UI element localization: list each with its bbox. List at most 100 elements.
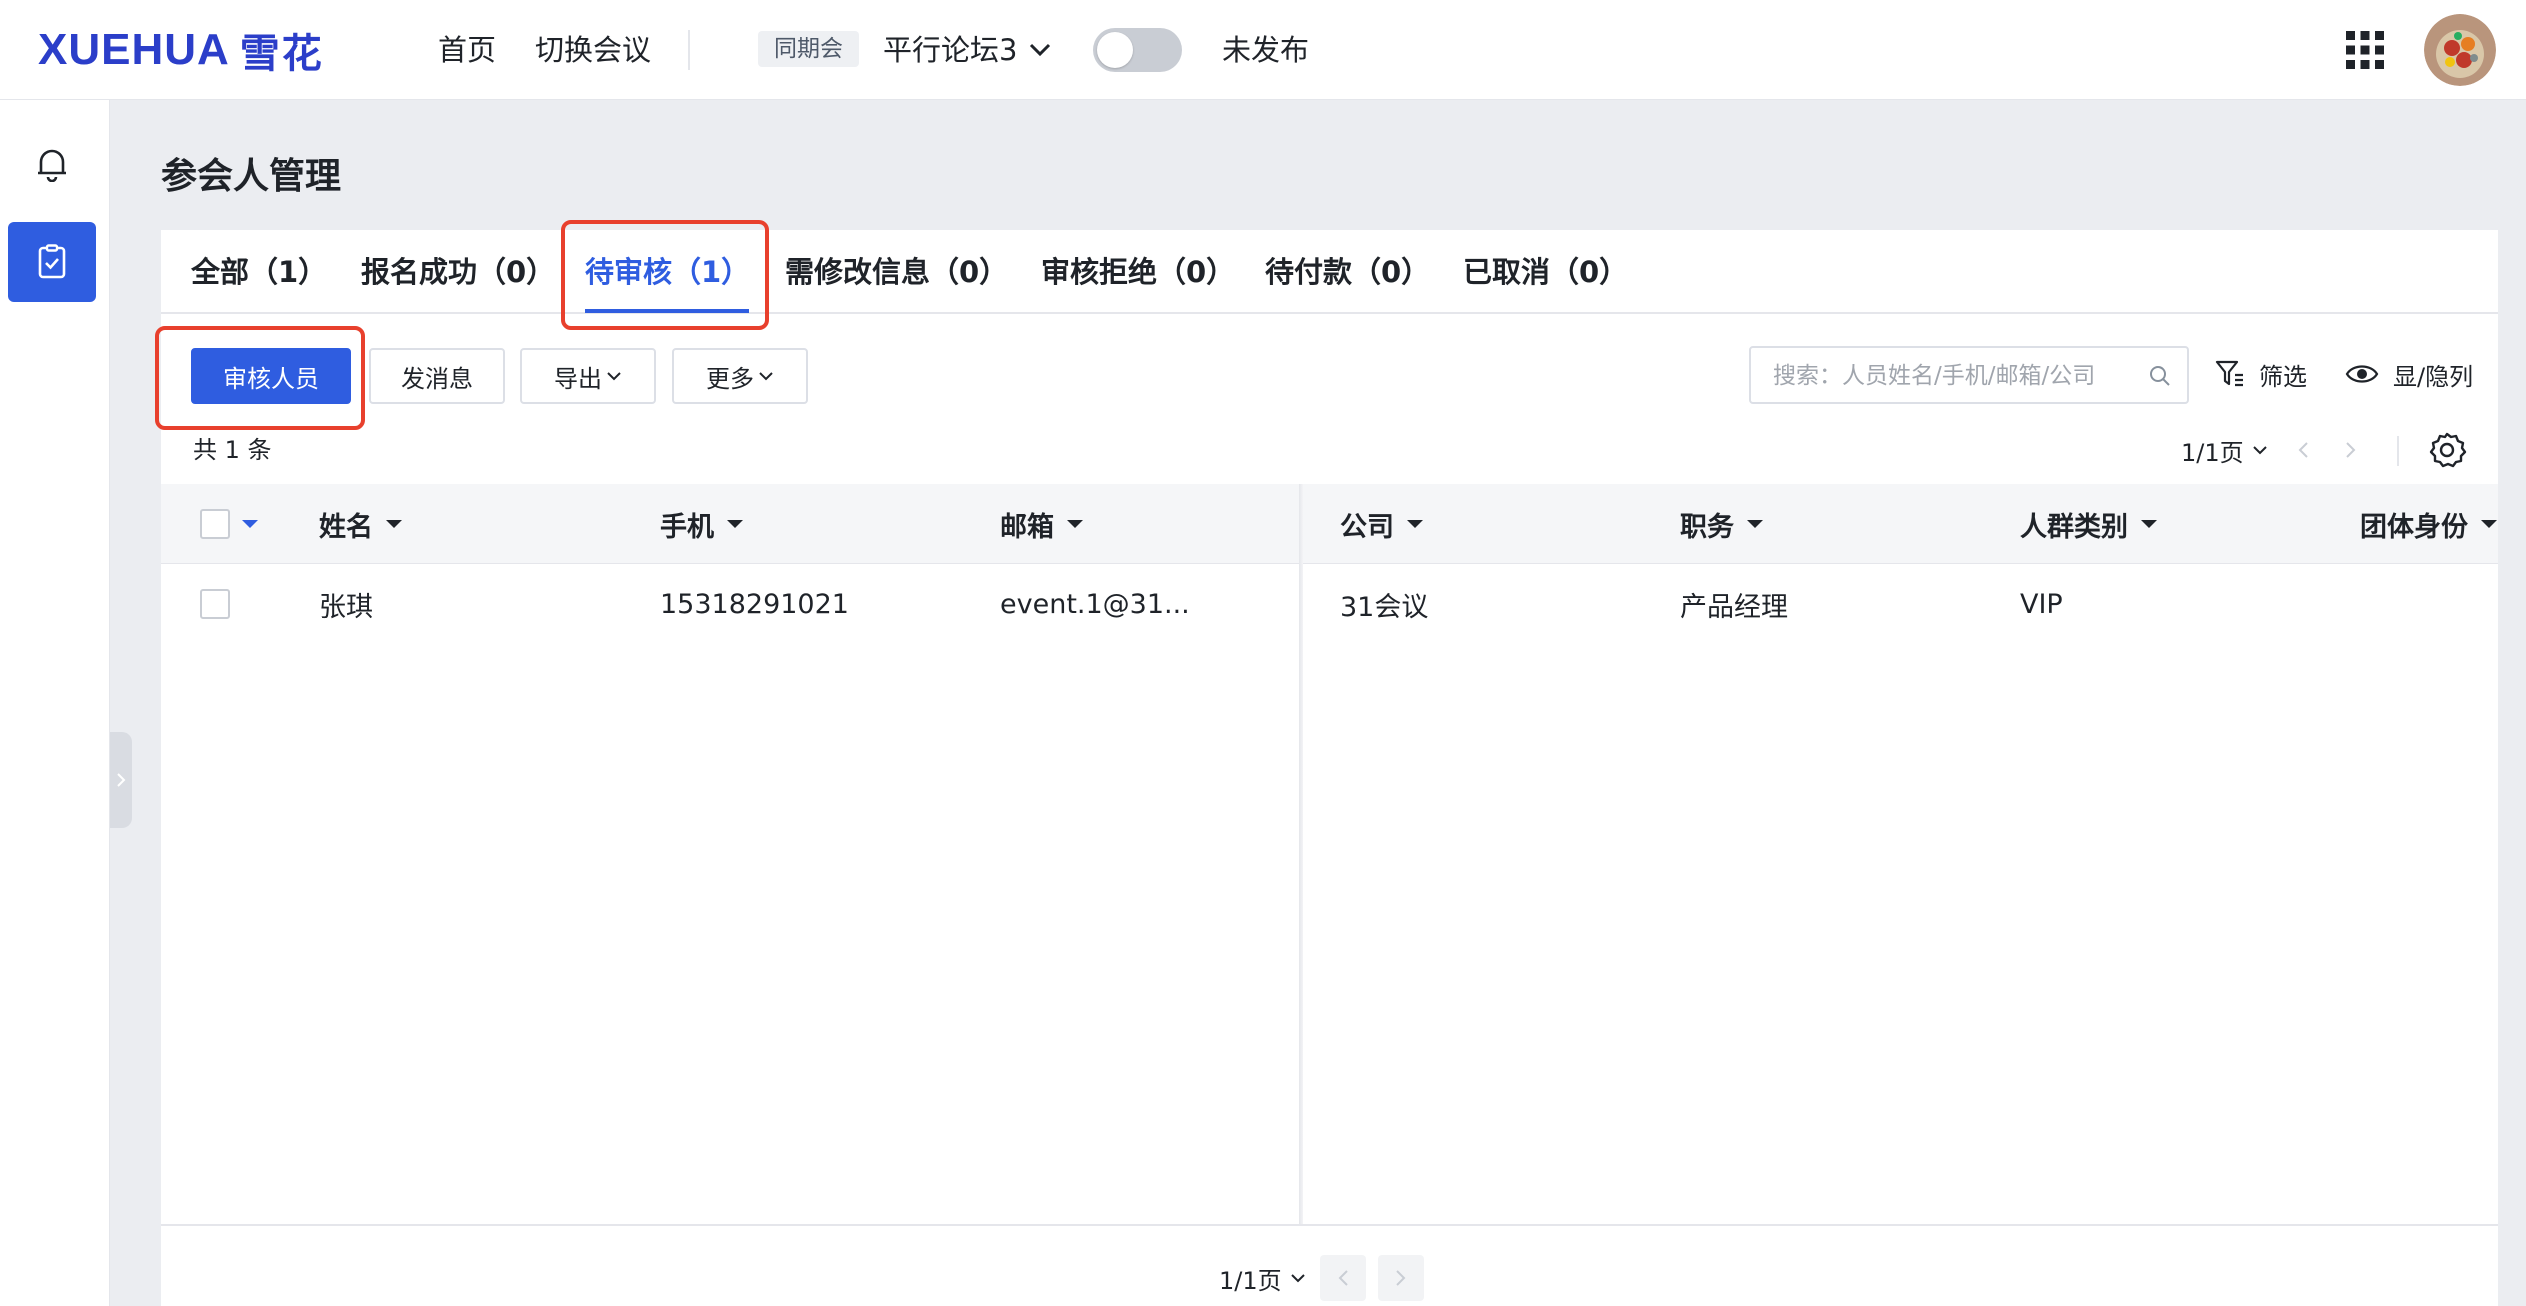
column-label: 团体身份 <box>2360 511 2468 543</box>
column-label: 公司 <box>1340 511 1394 543</box>
column-audience-category[interactable]: 人群类别 <box>2020 484 2158 564</box>
toggle-columns-button[interactable]: 显/隐列 <box>2345 354 2473 394</box>
filter-icon <box>2215 360 2243 387</box>
more-button[interactable]: 更多 <box>672 348 808 404</box>
top-pagination: 1/1页 <box>2181 432 2374 468</box>
toolbar-divider <box>2397 436 2399 466</box>
avatar-image <box>2424 14 2496 86</box>
chevron-left-icon <box>1338 1270 1348 1286</box>
conference-select[interactable]: 平行论坛3 <box>883 30 1051 70</box>
column-email[interactable]: 邮箱 <box>1000 484 1084 564</box>
sort-caret-icon <box>2481 520 2497 528</box>
sort-caret-icon <box>1407 520 1423 528</box>
chevron-down-icon <box>759 372 773 381</box>
tab-pending-payment[interactable]: 待付款（0） <box>1265 252 1430 292</box>
sidebar-collapse-handle[interactable] <box>110 732 132 828</box>
more-label: 更多 <box>706 364 754 393</box>
page-indicator: 1/1页 <box>1219 1266 1282 1295</box>
page-select[interactable]: 1/1页 <box>1219 1261 1306 1296</box>
nav-home[interactable]: 首页 <box>438 30 496 70</box>
prev-page-button[interactable] <box>2280 427 2326 473</box>
cell-company: 31会议 <box>1340 591 1429 623</box>
chevron-down-icon <box>1290 1274 1305 1283</box>
cell-phone: 15318291021 <box>660 588 849 620</box>
next-page-button[interactable] <box>1377 1255 1424 1301</box>
search-input[interactable] <box>1771 348 2145 404</box>
eye-icon <box>2345 365 2379 383</box>
page-indicator: 1/1页 <box>2181 438 2244 467</box>
top-bar: XUEHUA 雪花 首页 切换会议 同期会 平行论坛3 未发布 <box>0 0 2526 100</box>
cell-email: event.1@31... <box>1000 588 1190 620</box>
attendee-management-nav[interactable] <box>8 222 96 302</box>
tab-registered[interactable]: 报名成功（0） <box>361 252 555 292</box>
publish-status: 未发布 <box>1222 33 1310 67</box>
chevron-right-icon <box>1395 1270 1406 1286</box>
total-count: 共 1 条 <box>193 436 272 464</box>
row-checkbox[interactable] <box>200 589 230 619</box>
sort-caret-icon <box>1747 520 1763 528</box>
cell-name: 张琪 <box>319 591 373 623</box>
publish-toggle[interactable] <box>1093 28 1182 72</box>
column-phone[interactable]: 手机 <box>660 484 744 564</box>
column-position[interactable]: 职务 <box>1680 484 1764 564</box>
caret-down-icon[interactable] <box>241 519 259 529</box>
bottom-pagination: 1/1页 <box>1219 1255 1424 1301</box>
notifications-button[interactable] <box>8 124 96 204</box>
tab-rejected[interactable]: 审核拒绝（0） <box>1041 252 1235 292</box>
filter-label: 筛选 <box>2259 362 2307 391</box>
table-header: 姓名 手机 邮箱 公司 职务 人群类别 团体身份 <box>161 484 2498 564</box>
logo-cn-text: 雪花 <box>239 31 324 77</box>
cell-position: 产品经理 <box>1680 591 1788 623</box>
column-label: 人群类别 <box>2020 511 2128 543</box>
concurrent-tag: 同期会 <box>758 31 859 67</box>
chevron-right-icon <box>117 773 126 787</box>
logo[interactable]: XUEHUA 雪花 <box>38 25 324 77</box>
clipboard-check-icon <box>38 244 66 279</box>
column-label: 姓名 <box>319 511 373 543</box>
tab-cancelled[interactable]: 已取消（0） <box>1463 252 1628 292</box>
column-label: 手机 <box>660 511 714 543</box>
export-button[interactable]: 导出 <box>520 348 656 404</box>
filter-button[interactable]: 筛选 <box>2215 354 2307 394</box>
left-sidebar <box>0 100 110 1306</box>
column-company[interactable]: 公司 <box>1340 484 1424 564</box>
next-page-button[interactable] <box>2328 427 2374 473</box>
review-attendees-button[interactable]: 审核人员 <box>191 348 351 404</box>
sort-caret-icon <box>1067 520 1083 528</box>
toggle-columns-label: 显/隐列 <box>2393 362 2474 391</box>
send-message-button[interactable]: 发消息 <box>369 348 505 404</box>
prev-page-button[interactable] <box>1319 1255 1366 1301</box>
apps-grid-icon[interactable] <box>2345 30 2385 70</box>
settings-gear-icon[interactable] <box>2427 430 2467 470</box>
nav-divider <box>688 30 690 70</box>
chevron-down-icon <box>1030 43 1051 57</box>
column-group-identity[interactable]: 团体身份 <box>2360 484 2498 564</box>
column-label: 邮箱 <box>1000 511 1054 543</box>
chevron-right-icon <box>2345 442 2356 458</box>
column-label: 职务 <box>1680 511 1734 543</box>
chevron-down-icon <box>607 372 621 381</box>
search-box <box>1749 346 2189 404</box>
page-title: 参会人管理 <box>161 156 342 197</box>
chevron-down-icon <box>2252 446 2267 455</box>
page-select[interactable]: 1/1页 <box>2181 433 2268 468</box>
column-name[interactable]: 姓名 <box>319 484 403 564</box>
tab-all[interactable]: 全部（1） <box>191 252 327 292</box>
tab-needs-modification[interactable]: 需修改信息（0） <box>785 252 1008 292</box>
chevron-left-icon <box>2298 442 2308 458</box>
tab-pending-review[interactable]: 待审核（1） <box>585 252 750 292</box>
table-row[interactable]: 张琪 15318291021 event.1@31... 31会议 产品经理 V… <box>161 564 2498 644</box>
avatar[interactable] <box>2424 14 2496 86</box>
nav-switch-conference[interactable]: 切换会议 <box>535 30 651 70</box>
logo-text: XUEHUA <box>38 25 230 74</box>
export-label: 导出 <box>554 364 602 393</box>
select-all-checkbox[interactable] <box>200 509 230 539</box>
cell-audience-category: VIP <box>2020 588 2063 620</box>
search-icon[interactable] <box>2149 365 2171 387</box>
sort-caret-icon <box>386 520 402 528</box>
conference-name: 平行论坛3 <box>883 33 1018 67</box>
sort-caret-icon <box>727 520 743 528</box>
fixed-column-divider <box>1299 484 1303 1224</box>
status-tabs: 全部（1） 报名成功（0） 待审核（1） 需修改信息（0） 审核拒绝（0） 待付… <box>161 230 2498 314</box>
attendee-panel: 全部（1） 报名成功（0） 待审核（1） 需修改信息（0） 审核拒绝（0） 待付… <box>155 220 2498 1306</box>
